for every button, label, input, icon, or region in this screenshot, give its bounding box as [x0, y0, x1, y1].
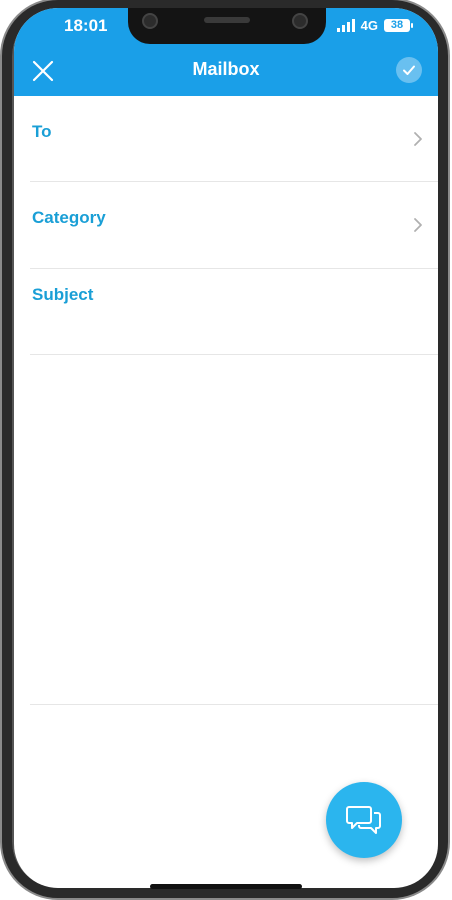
chevron-right-icon	[414, 218, 422, 232]
page-title: Mailbox	[192, 59, 260, 79]
divider	[30, 354, 438, 355]
to-field[interactable]: To	[14, 96, 438, 182]
app-header: Mailbox	[14, 44, 438, 96]
send-button[interactable]	[396, 57, 422, 83]
to-label: To	[32, 122, 52, 141]
front-camera-icon	[142, 13, 158, 29]
check-circle-icon	[403, 65, 415, 75]
subject-label: Subject	[32, 285, 94, 304]
battery-icon: 38	[384, 19, 413, 32]
front-sensor-icon	[292, 13, 308, 29]
status-indicators: 4G 38	[336, 18, 413, 33]
camera-notch	[128, 8, 326, 44]
category-label: Category	[32, 208, 106, 227]
chat-button[interactable]	[326, 782, 402, 858]
chevron-right-icon	[414, 132, 422, 146]
chat-bubbles-icon	[346, 806, 381, 834]
app-screen: 18:01 4G 38 Mailbox To Category Subject	[14, 8, 438, 888]
earpiece-speaker	[204, 17, 250, 23]
signal-icon	[336, 19, 355, 32]
status-time: 18:01	[64, 16, 108, 35]
divider	[30, 704, 438, 705]
category-field[interactable]: Category	[14, 182, 438, 268]
home-indicator[interactable]	[150, 884, 302, 889]
message-body-field[interactable]	[30, 356, 438, 704]
network-type: 4G	[360, 18, 378, 33]
subject-field[interactable]: Subject	[14, 269, 438, 355]
